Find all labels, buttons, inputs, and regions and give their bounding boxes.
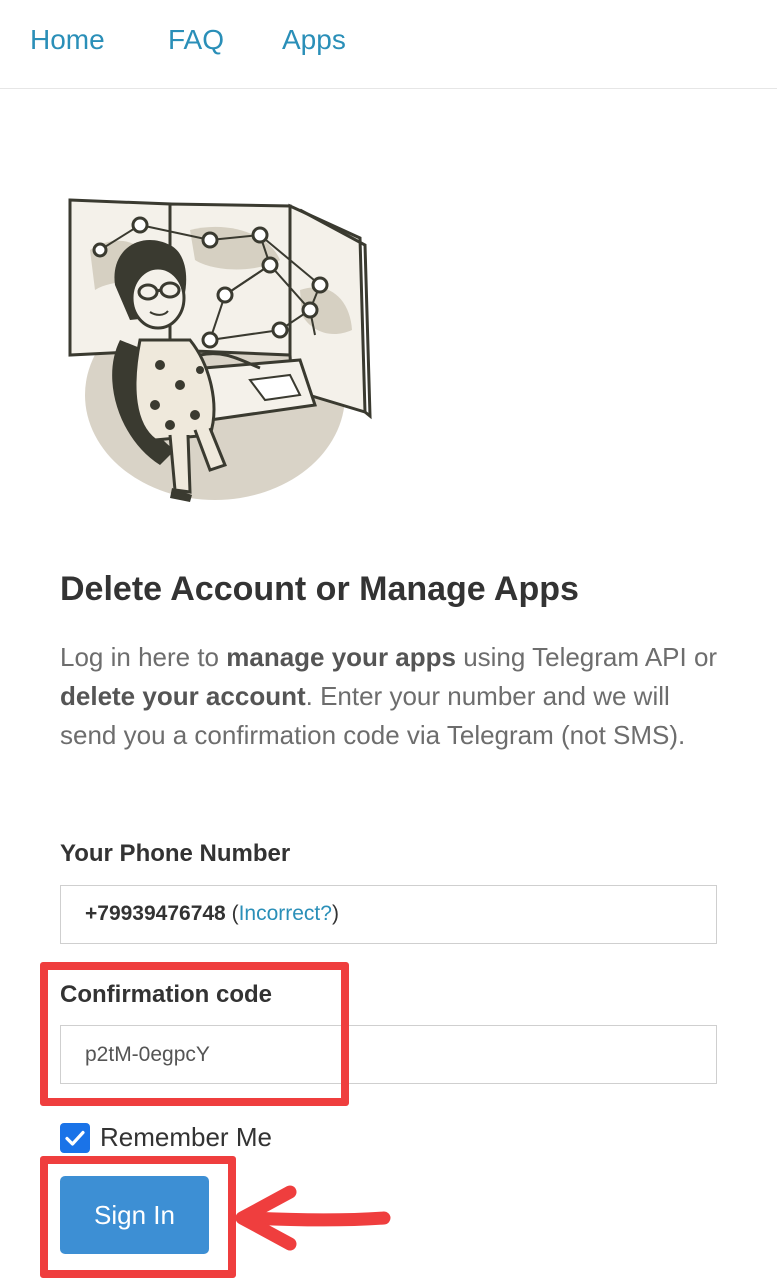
left-arrow-annotation-icon <box>235 1185 391 1251</box>
phone-number-value: +79939476748 <box>85 902 226 925</box>
phone-open-paren: ( <box>225 902 239 925</box>
remember-me-row[interactable]: Remember Me <box>60 1122 272 1153</box>
nav-faq-link[interactable]: FAQ <box>168 24 224 56</box>
page-description: Log in here to manage your apps using Te… <box>60 638 730 755</box>
nav-apps-link[interactable]: Apps <box>282 24 346 56</box>
page-title: Delete Account or Manage Apps <box>60 570 579 608</box>
top-navigation: Home FAQ Apps <box>0 0 777 89</box>
remember-me-label: Remember Me <box>100 1122 272 1152</box>
phone-number-display: +79939476748 (Incorrect?) <box>85 902 339 926</box>
checkmark-icon <box>65 1130 85 1146</box>
world-map-illustration <box>68 198 372 502</box>
phone-close-paren: ) <box>331 902 339 925</box>
description-text-1: Log in here to <box>60 642 227 672</box>
description-text-2: using Telegram API or <box>455 642 718 672</box>
phone-number-label: Your Phone Number <box>60 840 291 867</box>
description-bold-delete-account: delete your account <box>60 681 306 711</box>
annotation-box-confirmation-code <box>40 962 349 1106</box>
phone-number-field: +79939476748 (Incorrect?) <box>60 885 717 944</box>
remember-me-checkbox[interactable] <box>60 1122 90 1153</box>
page: Home FAQ Apps Delete Account or Manage A… <box>0 0 777 1280</box>
nav-home-link[interactable]: Home <box>30 24 105 56</box>
description-bold-manage-apps: manage your apps <box>226 642 456 672</box>
incorrect-number-link[interactable]: Incorrect? <box>239 902 332 925</box>
annotation-box-sign-in <box>40 1156 236 1278</box>
